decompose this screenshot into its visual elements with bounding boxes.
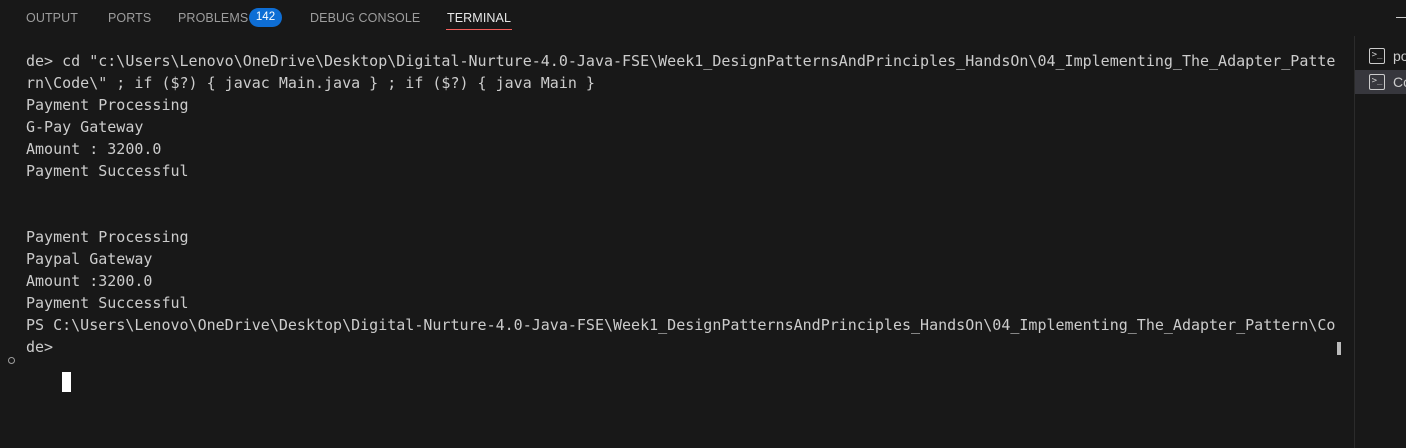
terminal-list-item-selected[interactable]: >_ Co (1355, 70, 1406, 94)
problems-count-badge: 142 (249, 8, 282, 27)
terminal-line: Amount :3200.0 (26, 272, 153, 290)
terminal-line: Payment Processing (26, 96, 189, 114)
terminal-line: Payment Successful (26, 294, 189, 312)
terminal-list-label: Co (1393, 74, 1406, 90)
terminal-line: Payment Successful (26, 162, 189, 180)
terminal-icon: >_ (1369, 74, 1385, 90)
terminal-scrollbar[interactable] (1337, 342, 1341, 355)
tab-ports[interactable]: PORTS (108, 11, 151, 25)
active-tab-indicator (446, 29, 512, 30)
terminal-line: Amount : 3200.0 (26, 140, 162, 158)
terminal-list-item[interactable]: >_ po (1355, 44, 1406, 68)
terminal-icon: >_ (1369, 48, 1385, 64)
terminal-prompt-line: de> (26, 338, 63, 356)
panel-maximize-icon[interactable] (1396, 17, 1406, 18)
terminal-line: de> cd "c:\Users\Lenovo\OneDrive\Desktop… (26, 52, 1336, 70)
terminal-line: rn\Code\" ; if ($?) { javac Main.java } … (26, 74, 595, 92)
command-decoration-icon[interactable] (8, 357, 15, 364)
tab-terminal[interactable]: TERMINAL (447, 11, 511, 25)
terminal-line: G-Pay Gateway (26, 118, 144, 136)
terminal-list-panel: >_ po >_ Co (1354, 36, 1406, 448)
panel-tab-bar: OUTPUT PORTS PROBLEMS 142 DEBUG CONSOLE … (0, 0, 1406, 36)
terminal-line: Paypal Gateway (26, 250, 153, 268)
tab-output[interactable]: OUTPUT (26, 11, 78, 25)
terminal-output[interactable]: de> cd "c:\Users\Lenovo\OneDrive\Desktop… (0, 36, 1354, 448)
terminal-line: Payment Processing (26, 228, 189, 246)
terminal-list-label: po (1393, 48, 1406, 64)
tab-problems[interactable]: PROBLEMS (178, 11, 248, 25)
terminal-prompt-line: PS C:\Users\Lenovo\OneDrive\Desktop\Digi… (26, 316, 1336, 334)
tab-debug-console[interactable]: DEBUG CONSOLE (310, 11, 420, 25)
terminal-cursor (62, 372, 71, 392)
